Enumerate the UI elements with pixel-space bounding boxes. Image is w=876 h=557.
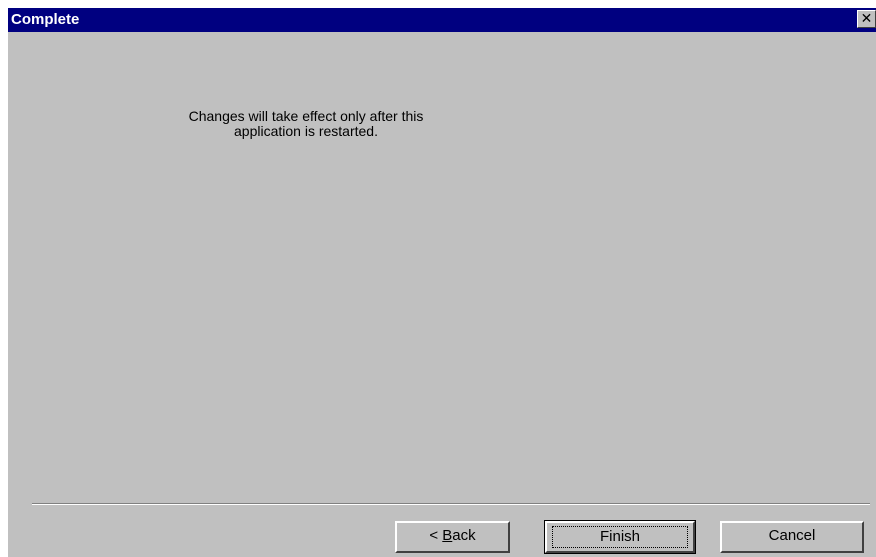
window-title: Complete [11,11,80,28]
title-bar[interactable]: Complete ✕ [8,8,876,32]
close-icon: ✕ [860,10,873,26]
back-button[interactable]: < Back [395,521,510,553]
finish-button[interactable]: Finish [544,520,696,554]
back-label-accelerator: B [442,527,453,544]
restart-message: Changes will take effect only after this… [118,109,494,139]
wizard-dialog: Complete ✕ Changes will take effect only… [8,8,876,557]
back-label-prefix: < [429,527,443,544]
message-line-2: application is restarted. [234,123,378,139]
back-label-rest: ack [452,527,476,544]
message-line-1: Changes will take effect only after this [188,108,424,124]
finish-label: Finish [552,526,688,548]
close-button[interactable]: ✕ [857,10,876,28]
separator [32,503,870,505]
cancel-button[interactable]: Cancel [720,521,864,553]
